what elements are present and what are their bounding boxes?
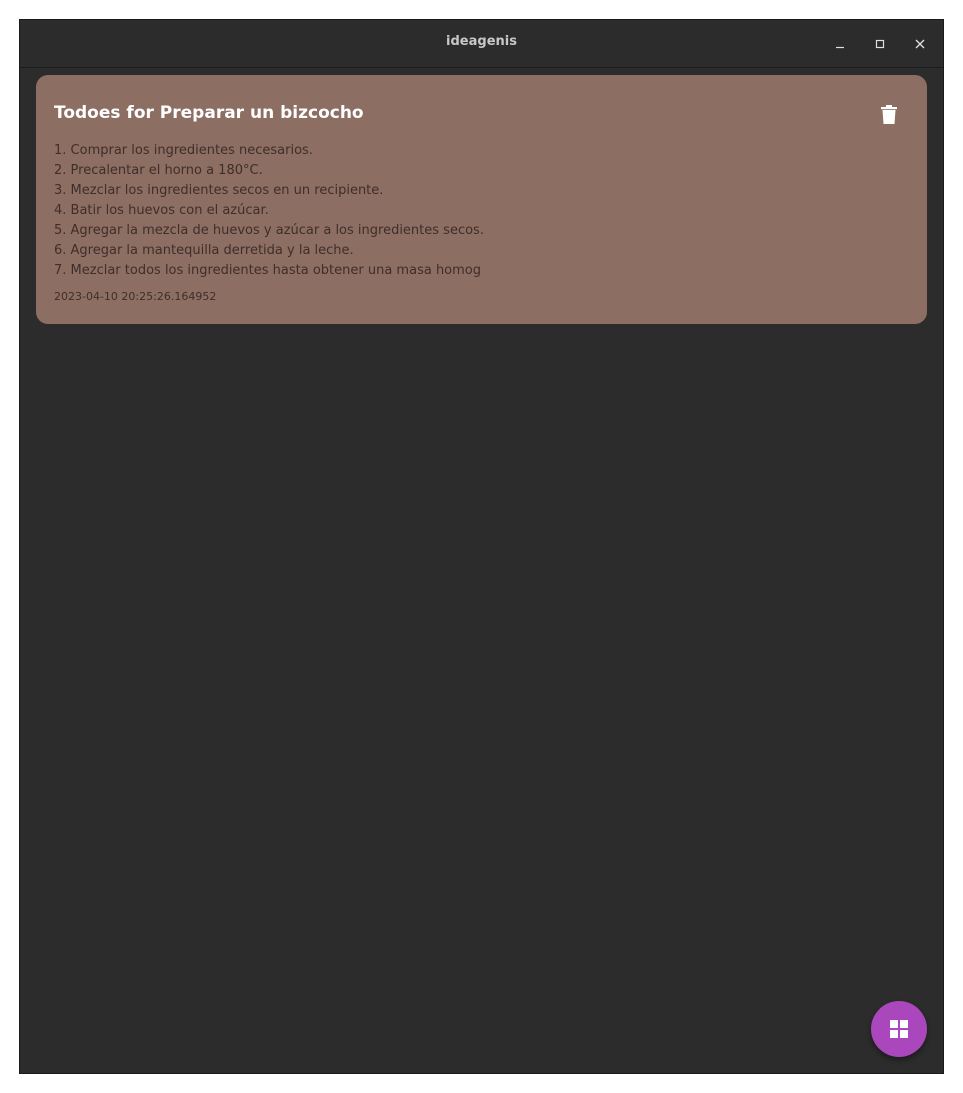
card-timestamp: 2023-04-10 20:25:26.164952 bbox=[54, 290, 217, 303]
minimize-button[interactable] bbox=[828, 32, 852, 56]
window-title: ideagenis bbox=[446, 34, 517, 49]
maximize-icon bbox=[875, 39, 885, 49]
close-button[interactable] bbox=[908, 32, 932, 56]
todo-card[interactable]: Todoes for Preparar un bizcocho 1. Compr… bbox=[36, 75, 927, 324]
close-icon bbox=[915, 39, 925, 49]
todo-steps-list: 1. Comprar los ingredientes necesarios. … bbox=[54, 141, 894, 281]
maximize-button[interactable] bbox=[868, 32, 892, 56]
list-item: 7. Mezclar todos los ingredientes hasta … bbox=[54, 263, 482, 278]
trash-icon bbox=[881, 104, 897, 124]
list-item: 6. Agregar la mantequilla derretida y la… bbox=[54, 243, 354, 258]
minimize-icon bbox=[836, 46, 844, 49]
list-item: 5. Agregar la mezcla de huevos y azúcar … bbox=[54, 223, 484, 238]
list-item: 4. Batir los huevos con el azúcar. bbox=[54, 203, 269, 218]
app-window: ideagenis Todoes for Preparar un bizcoch… bbox=[19, 19, 944, 1074]
main-content: Todoes for Preparar un bizcocho 1. Compr… bbox=[20, 68, 943, 1073]
card-title: Todoes for Preparar un bizcocho bbox=[54, 103, 364, 123]
delete-button[interactable] bbox=[873, 98, 905, 130]
list-item: 1. Comprar los ingredientes necesarios. bbox=[54, 143, 313, 158]
title-bar: ideagenis bbox=[20, 20, 943, 68]
floating-action-button[interactable] bbox=[871, 1001, 927, 1057]
grid-icon bbox=[890, 1020, 908, 1038]
list-item: 3. Mezclar los ingredientes secos en un … bbox=[54, 183, 384, 198]
list-item: 2. Precalentar el horno a 180°C. bbox=[54, 163, 263, 178]
